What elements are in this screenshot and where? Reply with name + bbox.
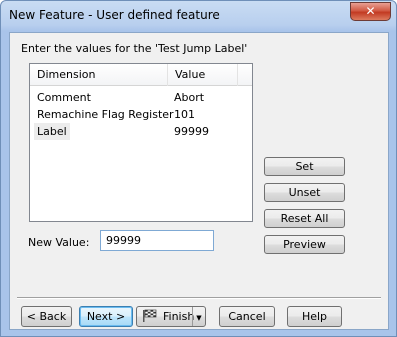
- close-icon: ✕: [365, 4, 376, 18]
- finish-label: Finish: [163, 310, 195, 323]
- instruction-text: Enter the values for the 'Test Jump Labe…: [21, 42, 248, 55]
- back-button[interactable]: < Back: [21, 306, 72, 327]
- title-bar[interactable]: New Feature - User defined feature ✕: [1, 1, 396, 31]
- table-row[interactable]: Remachine Flag Register 101: [30, 106, 252, 123]
- row-dimension: Remachine Flag Register: [37, 108, 174, 121]
- column-header-value[interactable]: Value: [168, 64, 238, 86]
- list-header: Dimension Value: [30, 64, 252, 86]
- unset-button[interactable]: Unset: [264, 183, 345, 202]
- finish-flag-icon: [143, 309, 157, 322]
- dialog-client-area: Enter the values for the 'Test Jump Labe…: [9, 32, 389, 330]
- close-button[interactable]: ✕: [350, 2, 391, 21]
- chevron-down-icon[interactable]: ▼: [192, 307, 205, 326]
- table-row-selected[interactable]: Label 99999: [30, 123, 252, 140]
- reset-all-button[interactable]: Reset All: [264, 209, 345, 228]
- column-header-dimension[interactable]: Dimension: [30, 64, 168, 86]
- finish-split-button[interactable]: Finish ▼: [136, 306, 206, 327]
- new-value-input[interactable]: [100, 230, 214, 251]
- next-button[interactable]: Next >: [79, 306, 133, 327]
- row-dimension: Comment: [37, 91, 91, 104]
- dialog-window: New Feature - User defined feature ✕ Ent…: [0, 0, 397, 337]
- row-dimension: Label: [34, 123, 70, 140]
- row-value: 99999: [174, 125, 209, 138]
- set-button[interactable]: Set: [264, 157, 345, 176]
- help-button[interactable]: Help: [287, 306, 342, 327]
- window-title: New Feature - User defined feature: [9, 8, 220, 22]
- row-value: 101: [174, 108, 195, 121]
- new-value-label: New Value:: [28, 236, 90, 249]
- separator: [17, 297, 381, 299]
- cancel-button[interactable]: Cancel: [219, 306, 275, 327]
- dimension-list[interactable]: Dimension Value Comment Abort Remachine …: [29, 63, 253, 222]
- preview-button[interactable]: Preview: [264, 235, 345, 254]
- table-row[interactable]: Comment Abort: [30, 89, 252, 106]
- row-value: Abort: [174, 91, 205, 104]
